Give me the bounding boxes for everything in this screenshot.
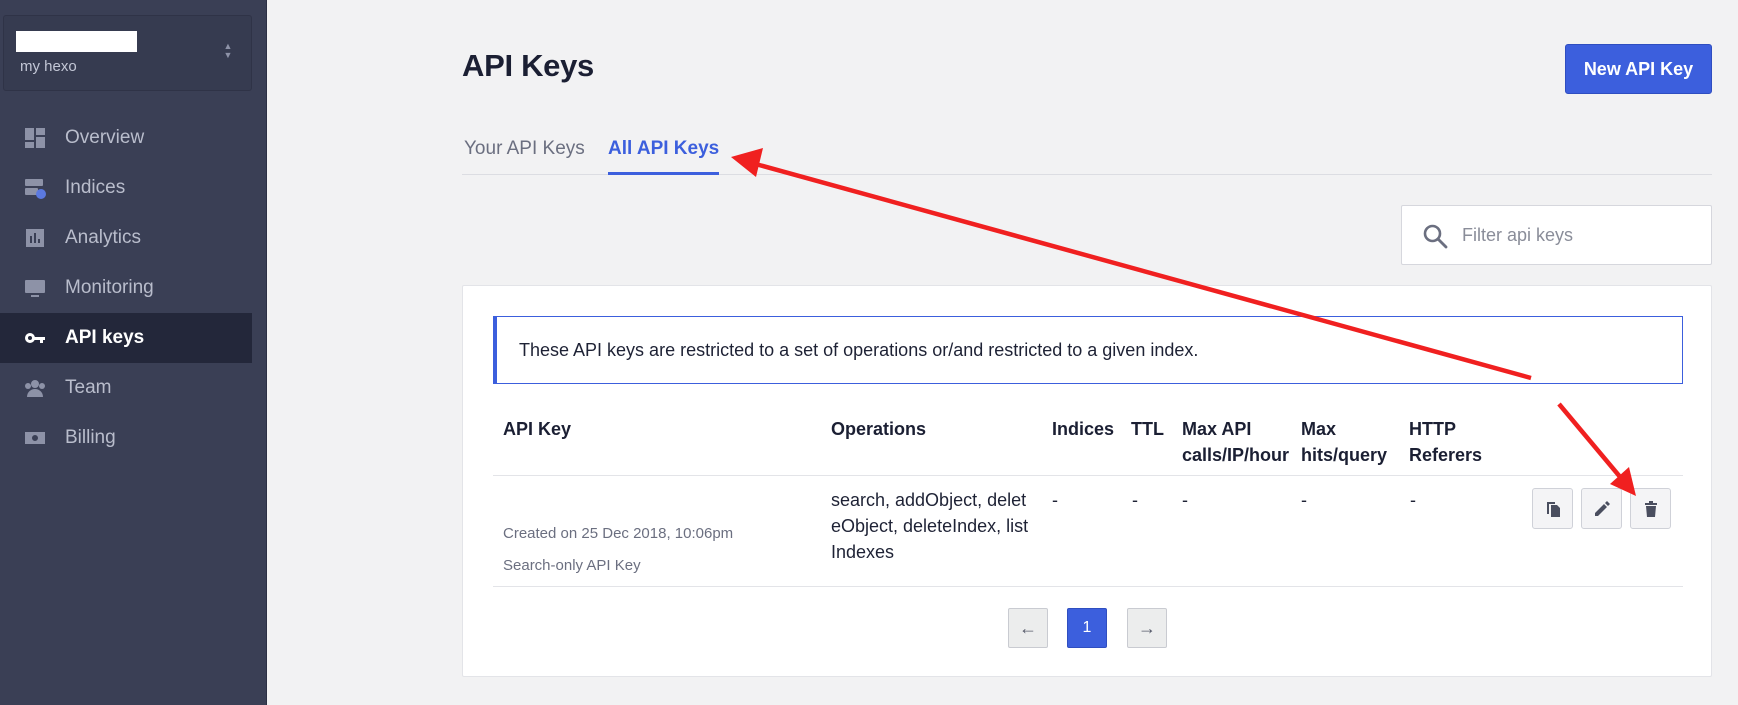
copy-key-button[interactable] [1532, 488, 1573, 529]
tab-your-api-keys[interactable]: Your API Keys [464, 138, 585, 175]
key-max-hits: - [1301, 490, 1307, 510]
sidebar-item-label: Overview [65, 127, 145, 148]
page-1-button[interactable]: 1 [1067, 608, 1107, 648]
sidebar-item-billing[interactable]: Billing [0, 413, 252, 463]
new-api-key-button[interactable]: New API Key [1565, 44, 1712, 94]
sidebar-item-label: Monitoring [65, 277, 154, 298]
key-max-api-calls: - [1182, 490, 1188, 510]
sidebar-item-indices[interactable]: Indices [0, 163, 252, 213]
column-header-max-api-calls: Max API calls/IP/hour [1182, 416, 1289, 468]
edit-icon [1594, 500, 1610, 516]
dashboard-icon [24, 127, 46, 149]
indices-icon [24, 177, 46, 199]
billing-icon [24, 427, 46, 449]
sidebar-item-label: API keys [65, 327, 145, 348]
search-icon [1423, 224, 1448, 249]
copy-icon [1546, 501, 1560, 517]
column-header-http-referers: HTTP Referers [1409, 416, 1482, 468]
filter-box [1401, 205, 1712, 265]
monitor-icon [24, 277, 46, 299]
header-line: Referers [1409, 445, 1483, 465]
sidebar: my hexo ▲ ▼ Overview Indices Analytics Mo… [0, 0, 267, 705]
sidebar-item-label: Billing [65, 427, 116, 448]
sidebar-item-team[interactable]: Team [0, 363, 252, 413]
key-ttl: - [1132, 490, 1138, 510]
sidebar-item-label: Analytics [65, 227, 142, 248]
sidebar-item-api-keys[interactable]: API keys [0, 313, 252, 363]
team-icon [24, 377, 46, 399]
page-title: API Keys [462, 48, 594, 83]
delete-key-button[interactable] [1630, 488, 1671, 529]
app-name-redacted [16, 31, 137, 52]
sidebar-item-label: Indices [65, 177, 126, 198]
key-operations: search, addObject, delet eObject, delete… [831, 487, 1028, 565]
key-indices: - [1052, 490, 1058, 510]
column-header-ttl: TTL [1131, 419, 1164, 439]
sidebar-item-label: Team [65, 377, 112, 398]
column-header-max-hits: Max hits/query [1301, 416, 1387, 468]
column-header-operations: Operations [831, 419, 927, 439]
key-http-referers: - [1410, 490, 1416, 510]
key-description: Search-only API Key [503, 557, 641, 574]
operations-line: eObject, deleteIndex, list [831, 516, 1029, 536]
filter-api-keys-input[interactable] [1462, 216, 1692, 254]
up-down-caret-icon[interactable]: ▲ ▼ [223, 42, 233, 60]
app-subtitle: my hexo [20, 58, 77, 75]
operations-line: Indexes [831, 542, 895, 562]
analytics-icon [24, 227, 46, 249]
header-line: calls/IP/hour [1182, 445, 1290, 465]
tab-bar: Your API Keys All API Keys [462, 134, 1712, 175]
sidebar-item-overview[interactable]: Overview [0, 113, 252, 163]
edit-key-button[interactable] [1581, 488, 1622, 529]
restriction-notice: These API keys are restricted to a set o… [493, 316, 1683, 384]
operations-line: search, addObject, delet [831, 490, 1027, 510]
header-divider [493, 475, 1683, 476]
delete-icon [1644, 500, 1657, 517]
sidebar-item-monitoring[interactable]: Monitoring [0, 263, 252, 313]
key-icon [24, 327, 46, 349]
header-line: HTTP [1409, 419, 1456, 439]
sidebar-nav: Overview Indices Analytics Monitoring AP… [0, 113, 252, 463]
header-line: Max API [1182, 419, 1252, 439]
sidebar-item-analytics[interactable]: Analytics [0, 213, 252, 263]
app-switcher[interactable]: my hexo ▲ ▼ [3, 15, 252, 91]
previous-page-button[interactable]: ← [1008, 608, 1048, 648]
row-divider [493, 586, 1683, 587]
header-line: hits/query [1301, 445, 1388, 465]
key-created-date: Created on 25 Dec 2018, 10:06pm [503, 525, 734, 542]
api-keys-card: These API keys are restricted to a set o… [462, 285, 1712, 677]
tab-all-api-keys[interactable]: All API Keys [608, 138, 720, 175]
next-page-button[interactable]: → [1127, 608, 1167, 648]
header-line: Max [1301, 419, 1337, 439]
column-header-indices: Indices [1052, 419, 1115, 439]
column-header-api-key: API Key [503, 419, 572, 439]
